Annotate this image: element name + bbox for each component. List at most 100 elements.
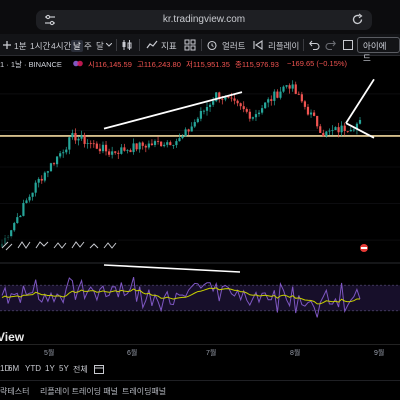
candle — [86, 143, 89, 144]
candle — [147, 143, 150, 148]
candle — [236, 100, 239, 104]
candle — [331, 130, 334, 131]
candle — [270, 99, 273, 101]
candle — [313, 112, 316, 116]
candle — [288, 85, 291, 89]
publish-idea-button[interactable]: 아이에드 — [357, 37, 400, 63]
candle — [306, 106, 310, 115]
interval-4h[interactable]: 4시간 — [51, 40, 71, 52]
candle — [19, 215, 22, 218]
candle — [52, 163, 56, 165]
range-6m[interactable]: 6M — [8, 364, 19, 373]
candle — [334, 127, 337, 131]
range-5y[interactable]: 5Y — [59, 364, 69, 373]
candle — [242, 106, 245, 110]
interval-1d[interactable]: 날 — [71, 40, 83, 52]
address-field[interactable]: kr.tradingview.com — [36, 10, 372, 30]
candle — [322, 132, 325, 137]
layout-icon[interactable] — [343, 40, 353, 50]
candle — [160, 141, 163, 147]
candle — [184, 129, 187, 137]
candle — [349, 129, 352, 132]
candle — [273, 91, 276, 101]
candle — [68, 137, 71, 150]
symbol-name[interactable]: 1 · 1날 · BINANCE — [0, 59, 62, 70]
tab-trading-panel[interactable]: 트레이딩패널 — [122, 386, 166, 397]
tab-replay-trading[interactable]: 리플레이 트레이딩 패널 — [40, 386, 118, 397]
undo-icon[interactable] — [309, 40, 320, 50]
candle — [153, 141, 157, 145]
bottom-panel-tabs: 략테스터 리플레이 트레이딩 패널 트레이딩패널 — [0, 380, 400, 400]
candle — [196, 118, 199, 123]
candle — [31, 192, 34, 197]
candle — [22, 202, 25, 216]
candle — [13, 223, 16, 231]
interval-1mo[interactable]: 달 — [96, 40, 104, 52]
candle — [40, 178, 43, 181]
candle — [358, 120, 362, 124]
candle — [83, 135, 86, 144]
candle — [212, 101, 215, 105]
chevron-down-icon[interactable] — [106, 43, 112, 47]
candle — [251, 117, 255, 119]
candle — [199, 111, 202, 119]
candle — [104, 144, 108, 152]
candle — [129, 150, 132, 153]
candle — [328, 130, 331, 132]
replay-icon[interactable] — [252, 39, 264, 51]
reload-icon[interactable] — [351, 13, 364, 26]
candle — [166, 142, 169, 145]
calendar-icon[interactable] — [94, 364, 104, 374]
candle — [132, 143, 135, 153]
oscillator-pane[interactable] — [0, 264, 400, 318]
trend-line[interactable] — [103, 91, 243, 130]
range-all[interactable]: 전체 — [73, 364, 88, 375]
candle-style-icon[interactable] — [121, 39, 133, 51]
candle — [138, 142, 141, 150]
candle — [37, 178, 40, 183]
trend-lines[interactable] — [103, 78, 375, 139]
price-chart[interactable] — [0, 72, 400, 344]
replay-button[interactable]: 리플레이 — [268, 40, 299, 52]
candle — [297, 93, 300, 95]
time-tick: 6월 — [127, 350, 138, 357]
candle — [169, 142, 172, 146]
candle — [59, 153, 62, 157]
candle — [141, 142, 144, 146]
indicators-button[interactable]: 지표 — [161, 40, 177, 52]
candle — [135, 143, 138, 150]
low-value: 저115,951.35 — [186, 60, 230, 69]
redo-icon[interactable] — [325, 40, 336, 50]
browser-url-bar: kr.tradingview.com — [0, 0, 400, 34]
alert-button[interactable]: 얼러트 — [222, 40, 245, 52]
high-value: 고116,243.80 — [137, 60, 181, 69]
alarm-clock-icon[interactable] — [206, 39, 218, 51]
time-tick: 5월 — [44, 350, 55, 357]
candle — [316, 115, 319, 127]
time-axis[interactable]: 5월 6월 7월 8월 9월 — [0, 344, 400, 358]
candle — [276, 91, 279, 98]
candle — [43, 172, 46, 181]
interval-1m[interactable]: 1분 — [14, 40, 27, 52]
candle — [257, 112, 261, 115]
indicators-icon[interactable] — [146, 39, 158, 51]
drawing-tools-strip — [0, 236, 118, 254]
interval-1h[interactable]: 1시간 — [30, 40, 50, 52]
layout-grid-icon[interactable] — [184, 39, 196, 51]
tradingview-logo: View — [0, 330, 25, 344]
candle — [309, 112, 313, 115]
range-ytd[interactable]: YTD — [25, 364, 41, 373]
candle — [181, 136, 184, 139]
candle — [282, 86, 285, 92]
oscillator-divergence-line[interactable] — [103, 264, 241, 273]
trend-line[interactable] — [345, 78, 375, 124]
add-symbol-icon[interactable] — [2, 39, 12, 51]
candle — [325, 131, 328, 137]
candle — [55, 156, 59, 165]
candle — [340, 125, 343, 133]
candle — [352, 129, 355, 131]
range-1y[interactable]: 1Y — [45, 364, 55, 373]
tab-strategy-tester[interactable]: 략테스터 — [0, 386, 29, 397]
candle — [303, 101, 307, 107]
interval-1w[interactable]: 주 — [84, 40, 92, 52]
